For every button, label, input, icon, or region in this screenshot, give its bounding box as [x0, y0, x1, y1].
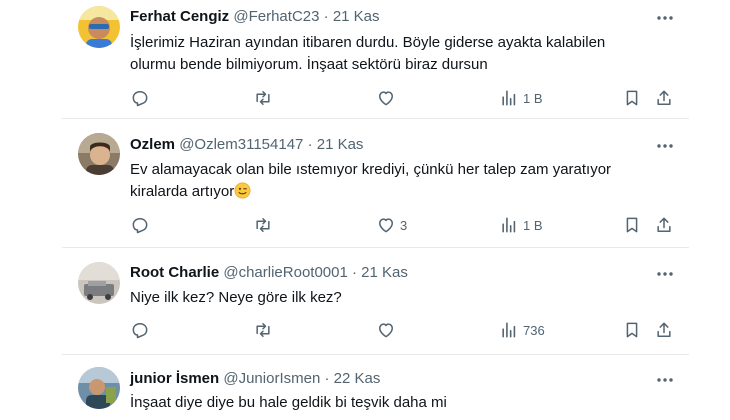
bookmark-button[interactable]	[622, 318, 642, 342]
views-icon	[502, 217, 516, 233]
post-header: Ozlem @Ozlem31154147 · 21 Kas	[130, 136, 363, 153]
post-text-line: Ev alamayacak olan bile ıstemıyor krediy…	[130, 161, 612, 178]
separator-dot: ·	[324, 370, 330, 387]
repost-icon	[256, 91, 270, 105]
post-root-charlie[interactable]: Root Charlie @charlieRoot0001 · 21 Kas N…	[62, 248, 689, 354]
post-date[interactable]: 21 Kas	[317, 136, 364, 153]
author-handle[interactable]: @JuniorIsmen	[223, 370, 320, 387]
post-ozlem[interactable]: Ozlem @Ozlem31154147 · 21 Kas Ev alamaya…	[62, 119, 689, 247]
author-name[interactable]: Root Charlie	[130, 264, 219, 281]
repost-icon	[256, 323, 270, 337]
view-count: 1 B	[523, 90, 543, 106]
action-bar: 3 1 B	[120, 213, 680, 237]
reply-button[interactable]	[130, 318, 150, 342]
separator-dot: ·	[323, 8, 329, 25]
avatar[interactable]	[78, 262, 120, 304]
views-button[interactable]: 736	[499, 318, 545, 342]
author-name[interactable]: junior İsmen	[130, 370, 219, 387]
author-name[interactable]: Ozlem	[130, 136, 175, 153]
post-text-line: İnşaat diye diye bu hale geldik bi teşvi…	[130, 394, 447, 411]
views-button[interactable]: 1 B	[499, 213, 543, 237]
action-bar: 736	[120, 318, 680, 342]
heart-icon	[379, 323, 393, 338]
heart-icon	[379, 218, 393, 233]
author-name[interactable]: Ferhat Cengiz	[130, 8, 229, 25]
share-button[interactable]	[654, 318, 674, 342]
more-icon[interactable]	[655, 372, 675, 388]
share-button[interactable]	[654, 86, 674, 110]
like-button[interactable]	[376, 86, 400, 110]
repost-button[interactable]	[253, 318, 273, 342]
post-text-line: İşlerimiz Haziran ayından itibaren durdu…	[130, 34, 606, 51]
post-text: İşlerimiz Haziran ayından itibaren durdu…	[130, 32, 605, 76]
view-count: 1 B	[523, 217, 543, 233]
action-bar: 1 B	[120, 86, 680, 110]
like-button[interactable]: 3	[376, 213, 407, 237]
avatar[interactable]	[78, 367, 120, 409]
post-divider	[62, 247, 689, 248]
post-text-line: kiralarda artıyor	[130, 183, 235, 200]
post-junior[interactable]: junior İsmen @JuniorIsmen · 22 Kas İnşaa…	[62, 355, 689, 420]
separator-dot: ·	[307, 136, 313, 153]
bookmark-icon	[626, 217, 638, 233]
post-ferhat[interactable]: Ferhat Cengiz @FerhatC23 · 21 Kas İşleri…	[62, 0, 689, 118]
reply-icon	[132, 323, 148, 339]
view-count: 736	[523, 322, 545, 338]
author-handle[interactable]: @charlieRoot0001	[223, 264, 347, 281]
post-divider	[62, 118, 689, 119]
post-text: Niye ilk kez? Neye göre ilk kez?	[130, 287, 342, 309]
author-handle[interactable]: @Ozlem31154147	[179, 136, 303, 153]
views-button[interactable]: 1 B	[499, 86, 543, 110]
author-handle[interactable]: @FerhatC23	[233, 8, 319, 25]
bookmark-icon	[626, 90, 638, 106]
separator-dot: ·	[352, 264, 357, 281]
post-date[interactable]: 21 Kas	[361, 264, 408, 281]
winking-face-emoji	[234, 182, 251, 199]
share-icon	[657, 90, 671, 105]
post-header: Ferhat Cengiz @FerhatC23 · 21 Kas	[130, 8, 380, 25]
bookmark-button[interactable]	[622, 213, 642, 237]
reply-icon	[132, 218, 148, 234]
reply-button[interactable]	[130, 213, 150, 237]
share-icon	[657, 322, 671, 337]
post-header: Root Charlie @charlieRoot0001 · 21 Kas	[130, 264, 408, 281]
bookmark-button[interactable]	[622, 86, 642, 110]
post-text: Ev alamayacak olan bile ıstemıyor krediy…	[130, 159, 611, 203]
avatar[interactable]	[78, 133, 120, 175]
like-count: 3	[400, 217, 408, 233]
reply-icon	[132, 91, 148, 107]
reply-feed: Ferhat Cengiz @FerhatC23 · 21 Kas İşleri…	[62, 0, 689, 420]
post-text-line: olurmu bende bilmiyorum. İnşaat sektörü …	[130, 56, 488, 73]
more-icon[interactable]	[655, 10, 675, 26]
post-text: İnşaat diye diye bu hale geldik bi teşvi…	[130, 392, 447, 414]
views-icon	[502, 90, 516, 106]
share-button[interactable]	[654, 213, 674, 237]
more-icon[interactable]	[655, 266, 675, 282]
heart-icon	[379, 91, 393, 106]
post-text-line: Niye ilk kez? Neye göre ilk kez?	[130, 289, 342, 306]
share-icon	[657, 217, 671, 232]
like-button[interactable]	[376, 318, 400, 342]
views-icon	[502, 322, 516, 338]
post-date[interactable]: 22 Kas	[334, 370, 381, 387]
repost-icon	[256, 218, 270, 232]
post-divider	[62, 354, 689, 355]
reply-button[interactable]	[130, 86, 150, 110]
post-header: junior İsmen @JuniorIsmen · 22 Kas	[130, 370, 380, 387]
repost-button[interactable]	[253, 213, 273, 237]
more-icon[interactable]	[655, 138, 675, 154]
repost-button[interactable]	[253, 86, 273, 110]
post-date[interactable]: 21 Kas	[333, 8, 380, 25]
avatar[interactable]	[78, 6, 120, 48]
bookmark-icon	[626, 322, 638, 338]
